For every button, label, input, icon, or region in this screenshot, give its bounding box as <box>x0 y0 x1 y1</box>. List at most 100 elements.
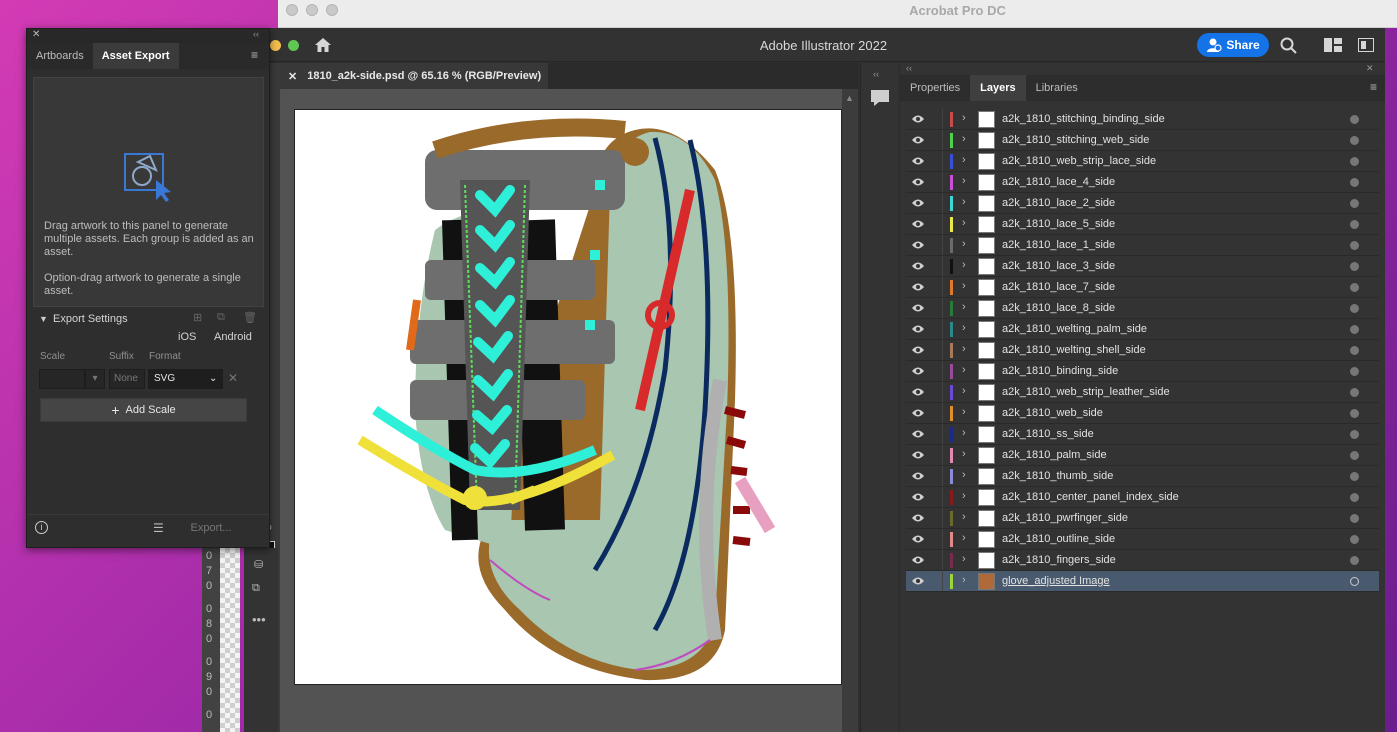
chevron-right-icon[interactable]: › <box>962 553 966 565</box>
layer-row[interactable]: › a2k_1810_lace_5_side <box>906 214 1379 235</box>
suffix-input[interactable]: None <box>109 369 145 389</box>
lock-column[interactable] <box>942 319 943 339</box>
layer-row[interactable]: › a2k_1810_lace_8_side <box>906 298 1379 319</box>
eye-icon[interactable] <box>912 345 924 355</box>
layer-row[interactable]: › a2k_1810_palm_side <box>906 445 1379 466</box>
layer-name[interactable]: a2k_1810_palm_side <box>1002 449 1107 461</box>
scale-input[interactable] <box>39 369 85 389</box>
add-icon[interactable]: ⊞ <box>193 311 202 324</box>
layer-name[interactable]: a2k_1810_stitching_web_side <box>1002 134 1149 146</box>
panel-menu-icon[interactable]: ≡ <box>251 48 258 62</box>
lock-column[interactable] <box>942 424 943 444</box>
chevron-right-icon[interactable]: › <box>962 301 966 313</box>
chevron-right-icon[interactable]: › <box>962 322 966 334</box>
trash-icon[interactable]: 🗑 <box>243 311 257 324</box>
target-icon[interactable] <box>1350 178 1359 187</box>
chevron-right-icon[interactable]: › <box>962 469 966 481</box>
chevron-right-icon[interactable]: › <box>962 343 966 355</box>
asset-drop-area[interactable]: Drag artwork to this panel to generate m… <box>33 77 264 307</box>
layer-row[interactable]: › a2k_1810_fingers_side <box>906 550 1379 571</box>
lock-column[interactable] <box>942 277 943 297</box>
export-button[interactable]: Export... <box>177 519 245 537</box>
chevron-right-icon[interactable]: › <box>962 154 966 166</box>
layer-row[interactable]: › a2k_1810_stitching_web_side <box>906 130 1379 151</box>
target-icon[interactable] <box>1350 157 1359 166</box>
eye-icon[interactable] <box>912 471 924 481</box>
chevron-right-icon[interactable]: › <box>962 364 966 376</box>
lock-column[interactable] <box>942 487 943 507</box>
more-tools-icon[interactable]: ••• <box>252 612 266 627</box>
eye-icon[interactable] <box>912 219 924 229</box>
target-icon[interactable] <box>1350 472 1359 481</box>
lock-column[interactable] <box>942 571 943 591</box>
close-tab-icon[interactable]: ✕ <box>288 70 297 83</box>
target-icon[interactable] <box>1350 556 1359 565</box>
chevron-right-icon[interactable]: › <box>962 574 966 586</box>
target-icon[interactable] <box>1350 115 1359 124</box>
eye-icon[interactable] <box>912 240 924 250</box>
layer-name[interactable]: a2k_1810_web_strip_leather_side <box>1002 386 1170 398</box>
vertical-scrollbar[interactable]: ▲ <box>842 89 858 732</box>
target-icon[interactable] <box>1350 220 1359 229</box>
chevron-right-icon[interactable]: › <box>962 490 966 502</box>
layer-row[interactable]: › a2k_1810_lace_2_side <box>906 193 1379 214</box>
target-icon[interactable] <box>1350 136 1359 145</box>
lock-column[interactable] <box>942 193 943 213</box>
eye-icon[interactable] <box>912 114 924 124</box>
tab-asset-export[interactable]: Asset Export <box>92 43 179 69</box>
tab-layers[interactable]: Layers <box>970 75 1026 101</box>
glove-artwork[interactable] <box>295 110 841 684</box>
eye-icon[interactable] <box>912 492 924 502</box>
panel-titlebar[interactable]: ✕ ‹‹ <box>27 29 269 43</box>
chevron-right-icon[interactable]: › <box>962 406 966 418</box>
target-icon[interactable] <box>1350 346 1359 355</box>
target-icon[interactable] <box>1350 283 1359 292</box>
layer-row[interactable]: › a2k_1810_web_strip_leather_side <box>906 382 1379 403</box>
layer-name[interactable]: a2k_1810_lace_2_side <box>1002 197 1115 209</box>
comment-icon[interactable] <box>870 89 890 107</box>
platform-android[interactable]: Android <box>214 331 252 343</box>
target-icon[interactable] <box>1350 535 1359 544</box>
scale-dropdown-icon[interactable]: ▾ <box>85 369 105 389</box>
layer-name[interactable]: a2k_1810_outline_side <box>1002 533 1115 545</box>
layer-name[interactable]: a2k_1810_web_side <box>1002 407 1103 419</box>
target-icon[interactable] <box>1350 199 1359 208</box>
chevron-right-icon[interactable]: › <box>962 217 966 229</box>
layer-name[interactable]: a2k_1810_center_panel_index_side <box>1002 491 1179 503</box>
chevron-right-icon[interactable]: › <box>962 511 966 523</box>
document-tab[interactable]: ✕ 1810_a2k-side.psd @ 65.16 % (RGB/Previ… <box>280 63 548 89</box>
lock-column[interactable] <box>942 382 943 402</box>
lock-column[interactable] <box>942 256 943 276</box>
target-icon[interactable] <box>1350 409 1359 418</box>
target-icon[interactable] <box>1350 577 1359 586</box>
chevron-right-icon[interactable]: › <box>962 133 966 145</box>
layer-row[interactable]: › a2k_1810_lace_4_side <box>906 172 1379 193</box>
layer-row[interactable]: › a2k_1810_binding_side <box>906 361 1379 382</box>
layer-name[interactable]: a2k_1810_lace_7_side <box>1002 281 1115 293</box>
layer-row[interactable]: › a2k_1810_lace_1_side <box>906 235 1379 256</box>
lock-column[interactable] <box>942 151 943 171</box>
lock-column[interactable] <box>942 340 943 360</box>
layer-row[interactable]: › a2k_1810_thumb_side <box>906 466 1379 487</box>
eye-icon[interactable] <box>912 513 924 523</box>
lock-column[interactable] <box>942 361 943 381</box>
lock-column[interactable] <box>942 445 943 465</box>
eye-icon[interactable] <box>912 387 924 397</box>
scroll-up-icon[interactable]: ▲ <box>845 93 854 103</box>
lock-column[interactable] <box>942 214 943 234</box>
layer-row[interactable]: › a2k_1810_pwrfinger_side <box>906 508 1379 529</box>
close-panel-icon[interactable]: ✕ <box>1366 63 1374 74</box>
export-list-icon[interactable]: ☰ <box>153 521 164 535</box>
panel-menu-icon[interactable]: ≡ <box>1370 80 1377 94</box>
chevron-right-icon[interactable]: › <box>962 196 966 208</box>
search-icon[interactable] <box>1280 37 1297 54</box>
lock-column[interactable] <box>942 130 943 150</box>
tab-properties[interactable]: Properties <box>900 75 970 101</box>
chevron-right-icon[interactable]: › <box>962 385 966 397</box>
eye-icon[interactable] <box>912 282 924 292</box>
canvas-area[interactable]: ▲ <box>280 89 858 732</box>
format-select[interactable]: SVG ⌄ <box>148 369 223 389</box>
tab-libraries[interactable]: Libraries <box>1026 75 1088 101</box>
layer-name[interactable]: a2k_1810_ss_side <box>1002 428 1094 440</box>
eye-icon[interactable] <box>912 429 924 439</box>
